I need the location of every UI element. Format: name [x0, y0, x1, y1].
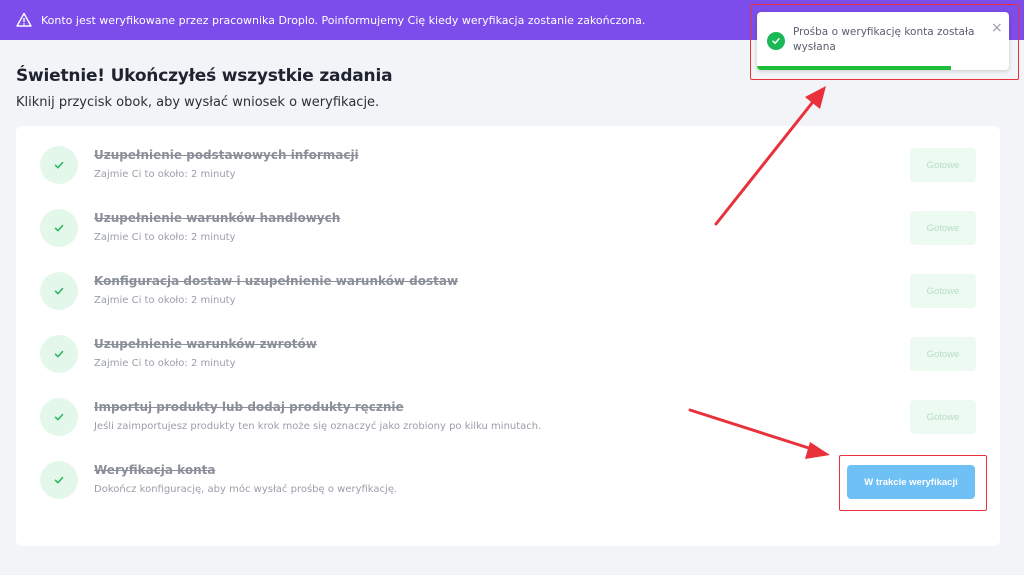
annotation-arrow-up [714, 86, 826, 226]
annotation-arrow-right [688, 408, 830, 459]
annotation-arrows [688, 86, 830, 459]
